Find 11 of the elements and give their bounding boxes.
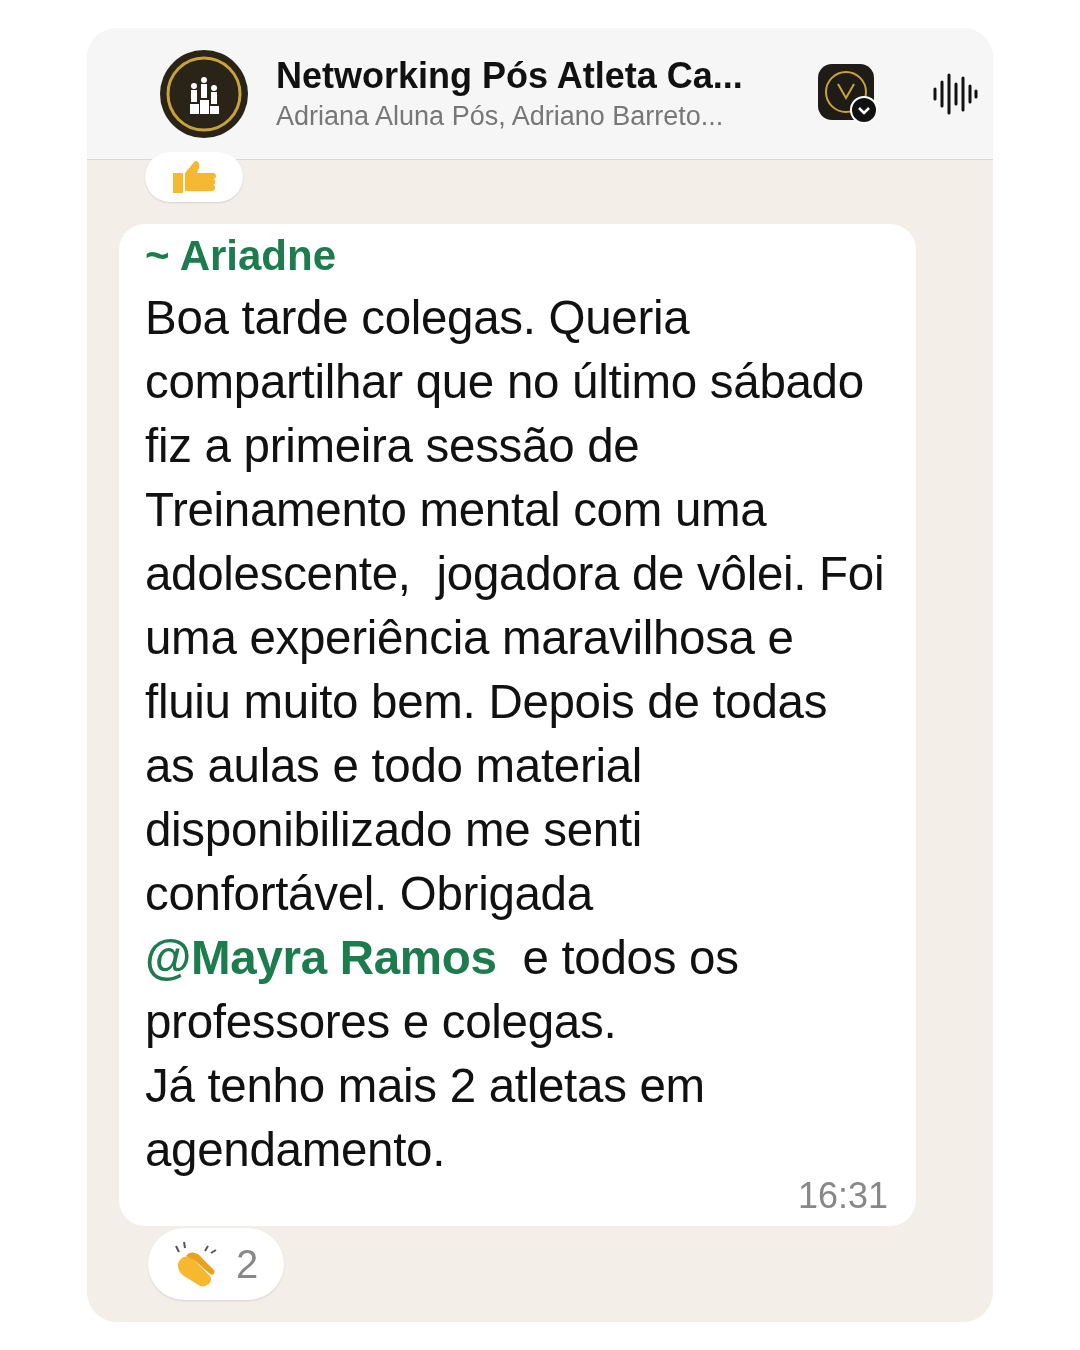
- community-icon[interactable]: [816, 61, 880, 126]
- chat-title[interactable]: Networking Pós Atleta Ca...: [276, 55, 816, 97]
- audio-call-icon[interactable]: [932, 71, 978, 116]
- group-avatar-icon[interactable]: [160, 49, 248, 138]
- message-text: Boa tarde colegas. Queria compartilhar que no último sábado fiz a primeira sessão de Treinamento mental com uma adolescente, jogadora de vôlei. Foi uma experiência maravilhosa e fluiu muito bem. Depois de todas as aulas e todo material disponibilizado me senti confortável. Obrigada @Mayra Ramos e todos os professores e colegas. Já tenho mais 2 atletas em agendamento.: [145, 290, 885, 1178]
- sender-name: ~ Ariadne: [145, 232, 337, 280]
- chat-members: Adriana Aluna Pós, Adriano Barreto...: [276, 101, 725, 132]
- message-time: 16:31: [796, 1176, 888, 1216]
- reaction-pill[interactable]: 2: [148, 1228, 284, 1300]
- reaction-count: 2: [236, 1241, 259, 1287]
- mention-link[interactable]: @Mayra Ramos: [145, 931, 497, 984]
